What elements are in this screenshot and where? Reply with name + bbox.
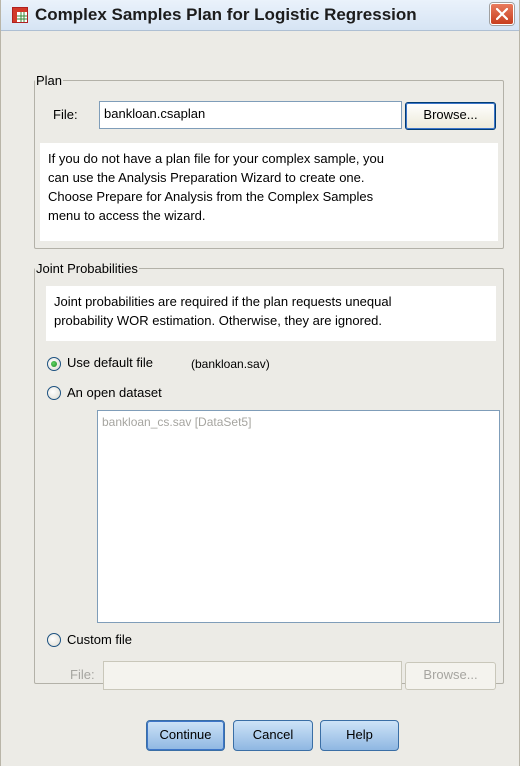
window-title: Complex Samples Plan for Logistic Regres… bbox=[35, 5, 417, 24]
joint-info-text: Joint probabilities are required if the … bbox=[46, 286, 496, 341]
close-button[interactable] bbox=[490, 3, 514, 25]
plan-browse-button[interactable]: Browse... bbox=[405, 102, 496, 130]
joint-info-line: Joint probabilities are required if the … bbox=[54, 294, 392, 309]
custom-browse-button[interactable]: Browse... bbox=[405, 662, 496, 690]
plan-info-line: menu to access the wizard. bbox=[48, 208, 206, 223]
help-button[interactable]: Help bbox=[320, 720, 399, 751]
custom-file-input[interactable] bbox=[103, 661, 402, 690]
use-default-file-radio[interactable] bbox=[47, 357, 61, 371]
table-grid-icon bbox=[12, 7, 28, 23]
open-dataset-radio[interactable] bbox=[47, 386, 61, 400]
dataset-listbox[interactable]: bankloan_cs.sav [DataSet5] bbox=[97, 410, 500, 623]
plan-file-label: File: bbox=[53, 107, 78, 122]
joint-probabilities-legend: Joint Probabilities bbox=[36, 261, 138, 276]
cancel-button[interactable]: Cancel bbox=[233, 720, 313, 751]
custom-file-radio[interactable] bbox=[47, 633, 61, 647]
title-bar[interactable]: Complex Samples Plan for Logistic Regres… bbox=[1, 0, 519, 31]
continue-button[interactable]: Continue bbox=[146, 720, 225, 751]
custom-file-field-label: File: bbox=[70, 667, 95, 682]
plan-info-line: Choose Prepare for Analysis from the Com… bbox=[48, 189, 374, 204]
use-default-file-label[interactable]: Use default file bbox=[67, 355, 153, 370]
close-icon bbox=[496, 8, 508, 20]
plan-file-input[interactable]: bankloan.csaplan bbox=[99, 101, 402, 129]
joint-info-line: probability WOR estimation. Otherwise, t… bbox=[54, 313, 383, 328]
plan-info-line: If you do not have a plan file for your … bbox=[48, 151, 385, 166]
dataset-list-item[interactable]: bankloan_cs.sav [DataSet5] bbox=[102, 415, 251, 429]
plan-legend: Plan bbox=[36, 73, 63, 88]
dialog-window: Complex Samples Plan for Logistic Regres… bbox=[0, 0, 520, 766]
default-file-name: (bankloan.sav) bbox=[191, 357, 270, 371]
plan-info-line: can use the Analysis Preparation Wizard … bbox=[48, 170, 365, 185]
custom-file-label[interactable]: Custom file bbox=[67, 632, 132, 647]
open-dataset-label[interactable]: An open dataset bbox=[67, 385, 162, 400]
plan-info-text: If you do not have a plan file for your … bbox=[40, 143, 498, 241]
